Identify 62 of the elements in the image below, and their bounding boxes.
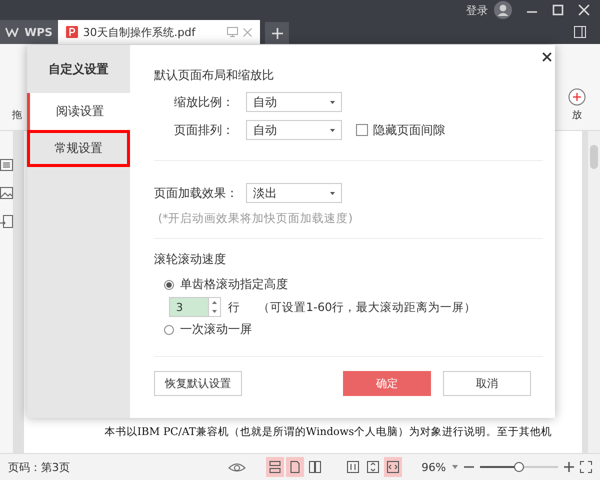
arrange-select[interactable]: 自动 (246, 120, 342, 140)
new-tab-button[interactable] (265, 22, 289, 44)
nav-item[interactable]: 阅读设置 (27, 93, 130, 130)
caret-icon (330, 100, 335, 104)
view-mode-button[interactable] (286, 457, 304, 477)
outline-icon[interactable] (0, 159, 14, 171)
cancel-button[interactable]: 取消 (443, 371, 531, 396)
panel-icon[interactable] (574, 26, 586, 38)
login-link[interactable]: 登录 (466, 2, 488, 18)
fit-page-icon (366, 461, 379, 473)
radio-label: 一次滚动一屏 (180, 321, 252, 338)
maximize-icon[interactable] (552, 4, 564, 16)
dialog-title: 自定义设置 (48, 60, 110, 78)
close-icon[interactable] (542, 52, 552, 62)
toolbar-label[interactable]: 拖 (12, 108, 22, 122)
zoom-value[interactable]: 96% (422, 460, 446, 474)
fit-page-icon (386, 461, 399, 473)
image-icon[interactable] (0, 187, 14, 199)
field-label: 页面加载效果： (154, 184, 239, 202)
document-text: 本书以IBM PC/AT兼容机（也就是所谓的Windows个人电脑）为对象进行说明。至于其他机 (104, 425, 552, 439)
zoom-select[interactable]: 自动 (246, 92, 342, 112)
app-tab[interactable]: WPS (0, 20, 58, 44)
load-effect-select[interactable]: 淡出 (246, 183, 342, 203)
page-layout-icon (288, 461, 301, 473)
checkbox[interactable] (356, 124, 368, 136)
hint-text: （可设置1-60行，最大滚动距离为一屏） (258, 300, 476, 314)
checkbox-label: 隐藏页面间隙 (373, 122, 445, 138)
caret-icon[interactable] (452, 465, 458, 469)
page-layout-icon (268, 461, 281, 473)
section-heading: 滚轮滚动速度 (154, 251, 227, 268)
down-arrow-icon[interactable] (212, 310, 217, 313)
fullscreen-icon[interactable] (580, 461, 592, 473)
reset-button[interactable]: 恢复默认设置 (154, 371, 242, 396)
view-mode-button[interactable] (266, 457, 284, 477)
eye-icon[interactable] (228, 461, 246, 473)
slider-thumb[interactable] (514, 462, 524, 472)
radio-button[interactable] (164, 280, 174, 290)
field-label: 缩放比例： (174, 94, 235, 110)
fit-mode-button[interactable] (384, 457, 402, 477)
scrollbar[interactable] (588, 131, 600, 453)
field-label: 页面排列： (174, 122, 235, 138)
zoom-in-icon[interactable] (564, 462, 574, 472)
document-icon[interactable] (0, 215, 14, 228)
radio-button[interactable] (164, 324, 174, 334)
up-arrow-icon[interactable] (212, 301, 217, 304)
unit-label: 行 (228, 300, 240, 314)
zoom-in-icon[interactable] (568, 88, 586, 106)
caret-icon (330, 192, 335, 194)
section-heading: 默认页面布局和缩放比 (154, 67, 275, 84)
page-layout-icon (308, 461, 321, 473)
nav-item[interactable]: 常规设置 (27, 130, 130, 167)
avatar-icon[interactable] (494, 1, 512, 19)
toolbar-label[interactable]: 放 (572, 108, 582, 122)
zoom-slider[interactable] (480, 461, 558, 473)
logo-icon (5, 27, 20, 37)
hint-text: (*开启动画效果将加快页面加载速度) (158, 211, 354, 226)
page-number: 页码：第3页 (8, 460, 70, 474)
radio-label: 单齿格滚动指定高度 (180, 276, 288, 293)
pdf-file-icon (66, 26, 78, 38)
fit-page-icon (346, 461, 359, 473)
plus-icon (272, 28, 282, 38)
line-count-spinner[interactable]: 3 (169, 297, 221, 317)
